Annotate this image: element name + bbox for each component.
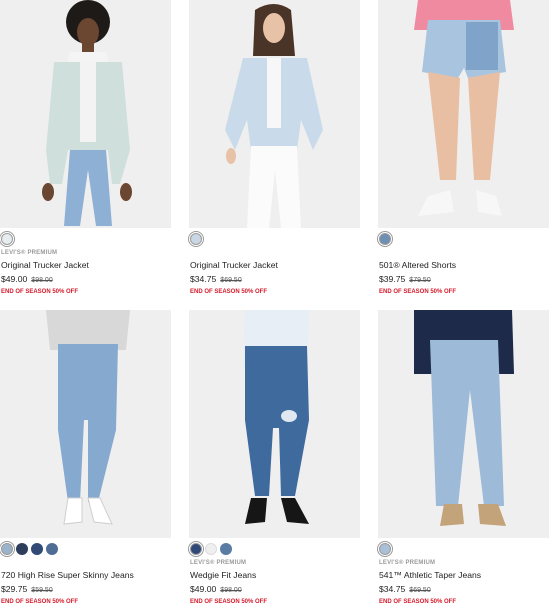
color-swatches xyxy=(0,541,171,557)
original-price: $79.50 xyxy=(409,277,431,284)
product-card[interactable]: LEVI'S® PREMIUM Wedgie Fit Jeans $49.00 $… xyxy=(188,310,360,606)
color-swatches xyxy=(0,231,171,247)
promo-badge: END OF SEASON 50% OFF xyxy=(379,289,457,295)
color-swatches xyxy=(188,231,360,247)
color-swatches xyxy=(377,541,549,557)
promo-badge: END OF SEASON 50% OFF xyxy=(190,599,268,605)
price-row: $39.75 $79.50 xyxy=(378,274,549,286)
color-swatch[interactable] xyxy=(188,231,204,247)
product-card[interactable]: LEVI'S® PREMIUM 541™ Athletic Taper Jean… xyxy=(377,310,549,606)
product-image[interactable] xyxy=(189,310,360,538)
product-image[interactable] xyxy=(0,0,171,228)
color-swatches xyxy=(188,541,360,557)
product-image[interactable] xyxy=(0,310,171,538)
price-row: $34.75 $69.50 xyxy=(378,584,549,596)
color-swatch[interactable] xyxy=(377,541,393,557)
sale-price: $49.00 xyxy=(1,274,28,284)
color-swatch[interactable] xyxy=(46,543,58,555)
sale-price: $34.75 xyxy=(379,584,406,594)
color-swatch[interactable] xyxy=(188,541,204,557)
price-row: $34.75 $69.50 xyxy=(189,274,360,286)
brand-label xyxy=(0,559,171,567)
color-swatch[interactable] xyxy=(16,543,28,555)
sale-price: $29.75 xyxy=(1,584,28,594)
product-card[interactable]: LEVI'S® PREMIUM Original Trucker Jacket … xyxy=(0,0,171,296)
brand-label: LEVI'S® PREMIUM xyxy=(1,250,58,256)
product-card[interactable]: Original Trucker Jacket $34.75 $69.50 END… xyxy=(188,0,360,296)
color-swatch[interactable] xyxy=(31,543,43,555)
product-image[interactable] xyxy=(378,310,549,538)
sale-price: $39.75 xyxy=(379,274,406,284)
product-card[interactable]: 720 High Rise Super Skinny Jeans $29.75 $… xyxy=(0,310,171,606)
original-price: $98.00 xyxy=(220,587,242,594)
promo-badge: END OF SEASON 50% OFF xyxy=(1,289,79,295)
original-price: $59.50 xyxy=(31,587,53,594)
sale-price: $34.75 xyxy=(190,274,217,284)
product-image[interactable] xyxy=(378,0,549,228)
product-name[interactable]: Original Trucker Jacket xyxy=(189,260,360,271)
brand-label xyxy=(378,249,549,257)
color-swatch[interactable] xyxy=(0,541,15,557)
product-name[interactable]: 541™ Athletic Taper Jeans xyxy=(378,570,549,581)
promo-badge: END OF SEASON 50% OFF xyxy=(190,289,268,295)
original-price: $69.50 xyxy=(220,277,242,284)
product-name[interactable]: 720 High Rise Super Skinny Jeans xyxy=(0,570,171,581)
original-price: $69.50 xyxy=(409,587,431,594)
color-swatch[interactable] xyxy=(205,543,217,555)
price-row: $49.00 $98.00 xyxy=(189,584,360,596)
color-swatch[interactable] xyxy=(377,231,393,247)
product-name[interactable]: Wedgie Fit Jeans xyxy=(189,570,360,581)
sale-price: $49.00 xyxy=(190,584,217,594)
promo-badge: END OF SEASON 50% OFF xyxy=(379,599,457,605)
color-swatches xyxy=(377,231,549,247)
product-card[interactable]: 501® Altered Shorts $39.75 $79.50 END OF … xyxy=(377,0,549,296)
price-row: $29.75 $59.50 xyxy=(0,584,171,596)
brand-label: LEVI'S® PREMIUM xyxy=(190,560,247,566)
brand-label xyxy=(189,249,360,257)
price-row: $49.00 $98.00 xyxy=(0,274,171,286)
product-grid: LEVI'S® PREMIUM Original Trucker Jacket … xyxy=(0,0,550,611)
original-price: $98.00 xyxy=(31,277,53,284)
product-image[interactable] xyxy=(189,0,360,228)
color-swatch[interactable] xyxy=(220,543,232,555)
product-name[interactable]: Original Trucker Jacket xyxy=(0,260,171,271)
promo-badge: END OF SEASON 50% OFF xyxy=(1,599,79,605)
product-name[interactable]: 501® Altered Shorts xyxy=(378,260,549,271)
brand-label: LEVI'S® PREMIUM xyxy=(379,560,436,566)
color-swatch[interactable] xyxy=(0,231,15,247)
